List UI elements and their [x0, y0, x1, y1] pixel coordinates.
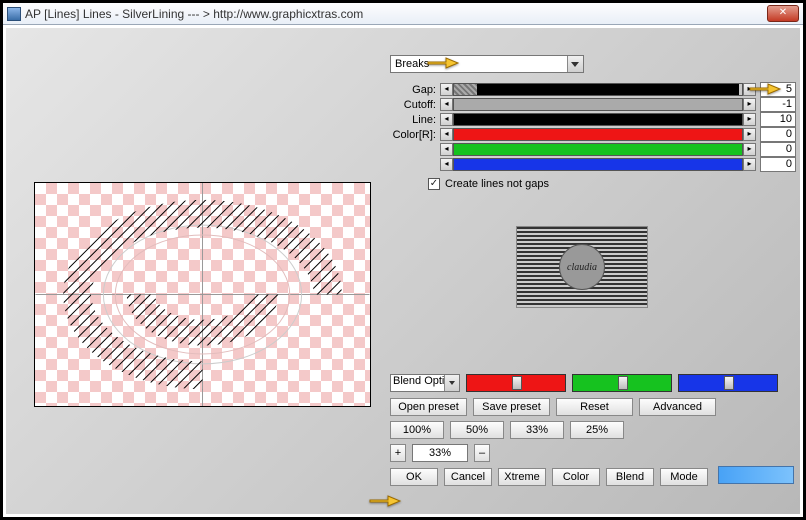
zoom-100pct-button[interactable]: 100% [390, 421, 444, 439]
rgb-slider-g[interactable] [572, 374, 672, 392]
create-lines-label: Create lines not gaps [445, 178, 549, 190]
slider-right-button[interactable]: ▸ [743, 143, 756, 156]
slider-value[interactable]: 5 [760, 82, 796, 97]
slider-track[interactable] [453, 98, 743, 111]
slider-left-button[interactable]: ◂ [440, 83, 453, 96]
blend-mode-select[interactable]: Blend Opti [390, 374, 460, 392]
blend-button[interactable]: Blend [606, 468, 654, 486]
app-window: AP [Lines] Lines - SilverLining --- > ht… [0, 0, 806, 520]
brand-logo-text: claudia [559, 244, 605, 290]
advanced-button[interactable]: Advanced [639, 398, 716, 416]
param-row-3: Color[R]:◂ ▸ 0 [390, 127, 796, 142]
slider-track[interactable] [453, 143, 743, 156]
param-label: Line: [390, 114, 440, 126]
slider-left-button[interactable]: ◂ [440, 128, 453, 141]
zoom-33pct-button[interactable]: 33% [510, 421, 564, 439]
zoom-row: 100% 50% 33% 25% [390, 421, 800, 439]
slider-knob[interactable] [512, 376, 522, 390]
breaks-dropdown[interactable]: Breaks [390, 55, 584, 73]
slider-value[interactable]: 0 [760, 142, 796, 157]
param-label: Gap: [390, 84, 440, 96]
param-row-0: Gap:◂ ▸ 5 [390, 82, 796, 97]
slider-right-button[interactable]: ▸ [743, 83, 756, 96]
client-area: Breaks Gap:◂▸5Cutoff:◂▸-1Line:◂▸10Color[… [6, 28, 800, 514]
zoom-50pct-button[interactable]: 50% [450, 421, 504, 439]
blend-mode-label: Blend Opti [393, 375, 444, 387]
ok-button[interactable]: OK [390, 468, 438, 486]
preview-pane [34, 182, 371, 407]
breaks-dropdown-label: Breaks [395, 58, 429, 70]
slider-right-button[interactable]: ▸ [743, 98, 756, 111]
create-lines-checkbox[interactable]: ✓ [428, 178, 440, 190]
slider-track[interactable] [453, 128, 743, 141]
slider-right-button[interactable]: ▸ [743, 113, 756, 126]
rgb-slider-b[interactable] [678, 374, 778, 392]
cancel-button[interactable]: Cancel [444, 468, 492, 486]
preview-art [35, 183, 370, 406]
slider-value[interactable]: -1 [760, 97, 796, 112]
param-label: Color[R]: [390, 129, 440, 141]
preset-row: Open preset Save preset Reset Advanced [390, 398, 800, 416]
slider-value[interactable]: 0 [760, 127, 796, 142]
app-icon [7, 7, 21, 21]
param-row-1: Cutoff:◂ ▸ -1 [390, 97, 796, 112]
zoom-25pct-button[interactable]: 25% [570, 421, 624, 439]
slider-knob[interactable] [724, 376, 734, 390]
slider-left-button[interactable]: ◂ [440, 158, 453, 171]
slider-knob[interactable] [618, 376, 628, 390]
slider-right-button[interactable]: ▸ [743, 158, 756, 171]
zoom-input[interactable]: 33% [412, 444, 468, 462]
param-row-5: ◂ ▸ 0 [390, 157, 796, 172]
slider-track[interactable] [453, 158, 743, 171]
titlebar[interactable]: AP [Lines] Lines - SilverLining --- > ht… [3, 3, 803, 25]
color-swatch[interactable] [718, 466, 794, 484]
save-preset-button[interactable]: Save preset [473, 398, 550, 416]
close-button[interactable] [767, 5, 799, 22]
param-panel: Breaks Gap:◂▸5Cutoff:◂▸-1Line:◂▸10Color[… [390, 54, 796, 190]
brand-logo: claudia [516, 226, 648, 308]
rgb-slider-r[interactable] [466, 374, 566, 392]
slider-right-button[interactable]: ▸ [743, 128, 756, 141]
param-row-4: ◂ ▸ 0 [390, 142, 796, 157]
reset-button[interactable]: Reset [556, 398, 633, 416]
xtreme-button[interactable]: Xtreme [498, 468, 546, 486]
hint-hand-icon [368, 490, 404, 510]
slider-left-button[interactable]: ◂ [440, 143, 453, 156]
slider-left-button[interactable]: ◂ [440, 98, 453, 111]
slider-value[interactable]: 10 [760, 112, 796, 127]
param-row-2: Line:◂ ▸ 10 [390, 112, 796, 127]
param-label: Cutoff: [390, 99, 440, 111]
mode-button[interactable]: Mode [660, 468, 708, 486]
color-button[interactable]: Color [552, 468, 600, 486]
open-preset-button[interactable]: Open preset [390, 398, 467, 416]
slider-left-button[interactable]: ◂ [440, 113, 453, 126]
bottom-panel: Blend Opti Open preset Save preset Reset… [390, 374, 800, 491]
zoom-minus-button[interactable]: – [474, 444, 490, 462]
window-title: AP [Lines] Lines - SilverLining --- > ht… [25, 7, 767, 21]
slider-track[interactable] [453, 83, 743, 96]
slider-value[interactable]: 0 [760, 157, 796, 172]
slider-track[interactable] [453, 113, 743, 126]
zoom-plus-button[interactable]: + [390, 444, 406, 462]
